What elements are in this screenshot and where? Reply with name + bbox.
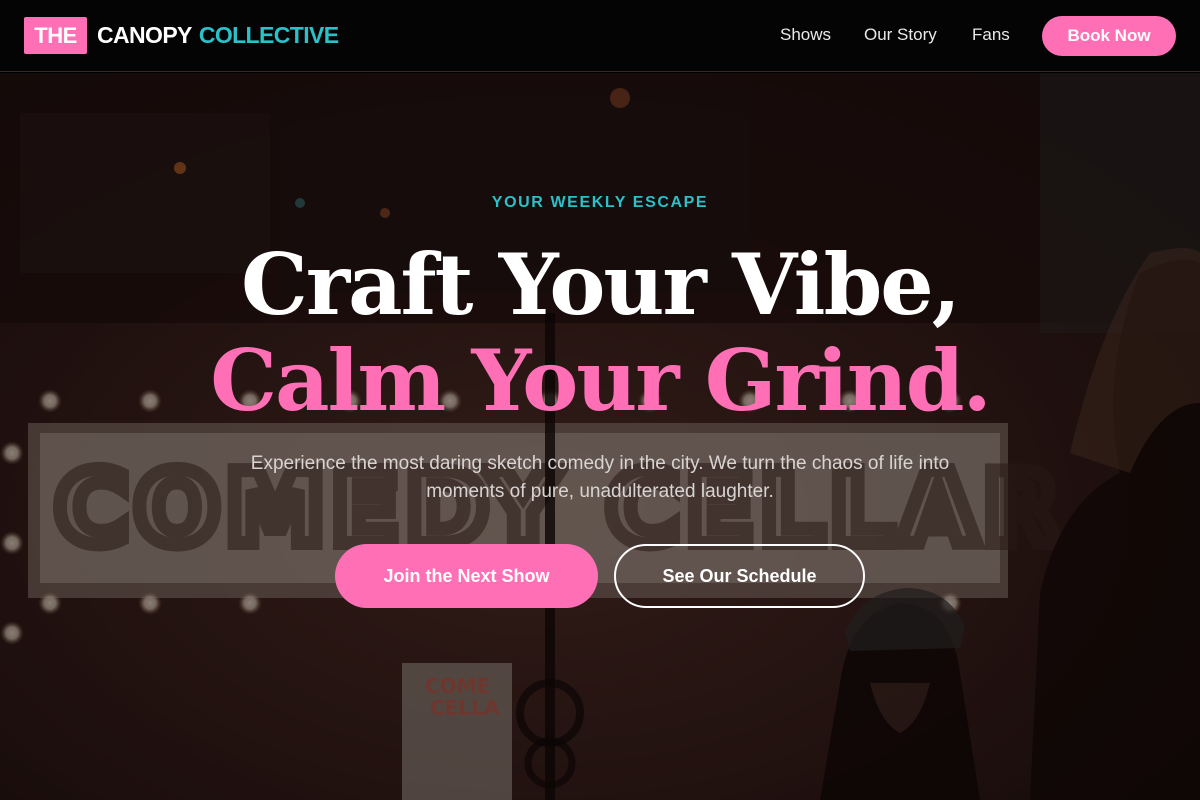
hero-headline-line2: Calm Your Grind. <box>210 331 992 430</box>
book-now-button[interactable]: Book Now <box>1042 16 1176 56</box>
hero-description: Experience the most daring sketch comedy… <box>250 453 950 502</box>
hero-dark-overlay <box>0 73 1200 800</box>
nav-link-shows[interactable]: Shows <box>780 25 831 45</box>
hero-section: COMEDY CELLAR COME CELLA YOUR WEEKLY ESC… <box>0 73 1200 800</box>
nav-link-our-story[interactable]: Our Story <box>864 25 937 45</box>
logo-word-canopy: CANOPY <box>97 22 192 48</box>
nav-link-fans[interactable]: Fans <box>972 25 1010 45</box>
logo-word-collective: COLLECTIVE <box>198 22 339 48</box>
hero-headline-line1: Craft Your Vibe, <box>240 235 961 334</box>
see-schedule-button[interactable]: See Our Schedule <box>614 544 865 608</box>
brand-logo[interactable]: THE CANOPY COLLECTIVE <box>24 17 339 54</box>
hero-eyebrow: YOUR WEEKLY ESCAPE <box>491 194 709 211</box>
logo-badge: THE <box>24 17 87 54</box>
site-header: THE CANOPY COLLECTIVE Shows Our Story Fa… <box>0 0 1200 72</box>
join-next-show-button[interactable]: Join the Next Show <box>335 544 598 608</box>
